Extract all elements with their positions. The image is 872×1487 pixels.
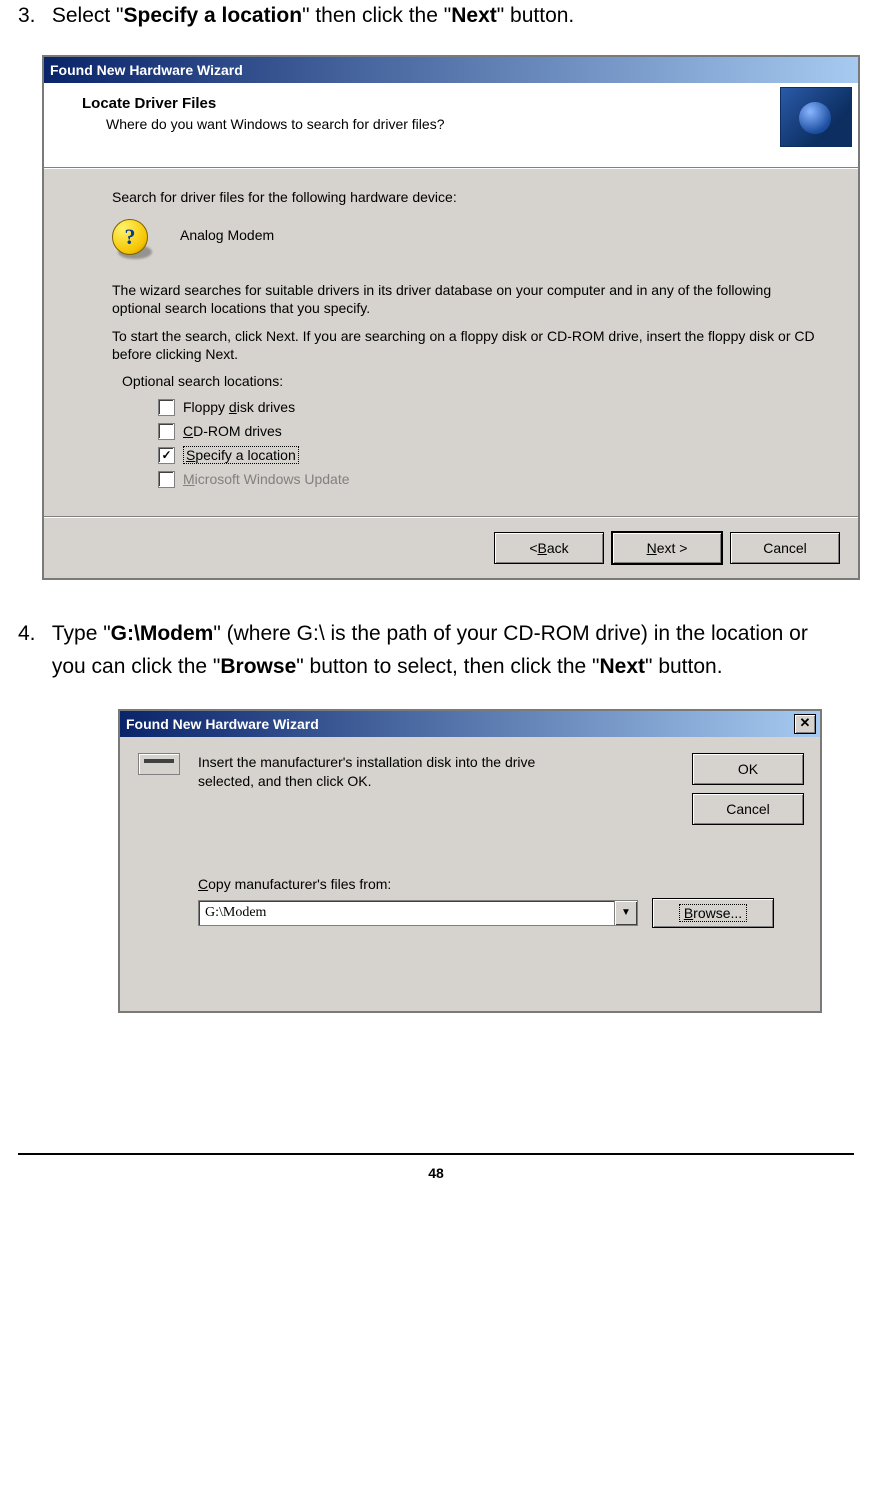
checkbox-option-3: Microsoft Windows Update	[158, 467, 818, 491]
step4-text: Type "G:\Modem" (where G:\ is the path o…	[52, 618, 842, 683]
checkbox-icon[interactable]	[158, 423, 175, 440]
checkbox-label: Floppy disk drives	[183, 399, 295, 415]
checkbox-option-1[interactable]: CD-ROM drives	[158, 419, 818, 443]
wizard1-para1: The wizard searches for suitable drivers…	[112, 281, 818, 317]
path-combobox[interactable]: G:\Modem ▼	[198, 900, 638, 926]
floppy-disk-icon	[138, 753, 180, 775]
checkbox-option-2[interactable]: ✓ Specify a location	[158, 443, 818, 467]
browse-button[interactable]: Browse...	[652, 898, 774, 928]
checkbox-option-0[interactable]: Floppy disk drives	[158, 395, 818, 419]
wizard2-title: Found New Hardware Wizard	[126, 716, 319, 732]
path-input[interactable]: G:\Modem	[198, 900, 615, 926]
device-name: Analog Modem	[180, 219, 274, 243]
cancel-button-2[interactable]: Cancel	[692, 793, 804, 825]
wizard-locate-driver-files: Found New Hardware Wizard Locate Driver …	[42, 55, 860, 581]
page-number: 48	[18, 1153, 854, 1181]
step3-text: Select "Specify a location" then click t…	[52, 0, 842, 33]
optional-locations-label: Optional search locations:	[122, 373, 818, 389]
wizard1-title: Found New Hardware Wizard	[50, 62, 243, 78]
wizard1-header-title: Locate Driver Files	[82, 95, 844, 112]
next-button[interactable]: Next >	[612, 532, 722, 564]
wizard1-header: Locate Driver Files Where do you want Wi…	[44, 83, 858, 168]
back-button[interactable]: < Back	[494, 532, 604, 564]
dropdown-arrow-icon[interactable]: ▼	[615, 900, 638, 926]
checkbox-label: Specify a location	[186, 447, 296, 463]
insert-disk-instruction: Insert the manufacturer's installation d…	[198, 753, 578, 789]
wizard1-header-subtitle: Where do you want Windows to search for …	[106, 116, 844, 132]
checkbox-icon	[158, 471, 175, 488]
step3-number: 3.	[18, 0, 46, 33]
search-label: Search for driver files for the followin…	[112, 189, 818, 205]
checkbox-icon[interactable]: ✓	[158, 447, 175, 464]
hardware-banner-icon	[780, 87, 852, 147]
unknown-device-icon: ?	[112, 219, 154, 261]
wizard1-titlebar[interactable]: Found New Hardware Wizard	[44, 57, 858, 83]
copy-from-label: Copy manufacturer's files from:	[198, 876, 804, 892]
wizard1-para2: To start the search, click Next. If you …	[112, 327, 818, 363]
checkbox-label: CD-ROM drives	[183, 423, 282, 439]
wizard-copy-files: Found New Hardware Wizard ✕ Insert the m…	[118, 709, 822, 1013]
checkbox-icon[interactable]	[158, 399, 175, 416]
step4-number: 4.	[18, 618, 46, 651]
checkbox-label: Microsoft Windows Update	[183, 471, 350, 487]
cancel-button[interactable]: Cancel	[730, 532, 840, 564]
close-button[interactable]: ✕	[794, 714, 816, 734]
ok-button[interactable]: OK	[692, 753, 804, 785]
wizard2-titlebar[interactable]: Found New Hardware Wizard ✕	[120, 711, 820, 737]
